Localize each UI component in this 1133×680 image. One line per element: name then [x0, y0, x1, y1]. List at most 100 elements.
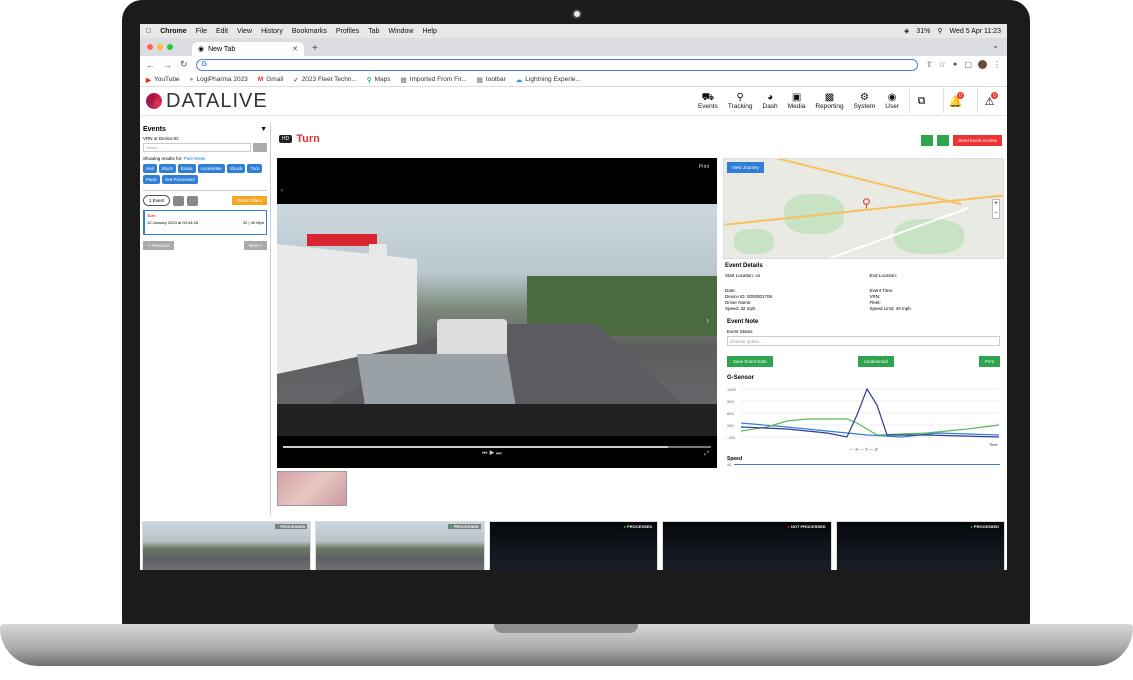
back-icon[interactable]: ←	[146, 60, 155, 70]
wifi-icon[interactable]: ◈	[904, 27, 909, 35]
nav-tracking[interactable]: ⚲ Tracking	[728, 92, 753, 110]
chip-not-processed[interactable]: Not Processed	[162, 175, 198, 184]
gsensor-panel: G-Sensor 1200 900 600 250 -250 Time — X …	[723, 375, 1004, 467]
video-player[interactable]: Print › ‹ ⏮ ▶ ⏭ ⤢	[277, 158, 717, 468]
event-thumbnail[interactable]: ● PROCESSED	[315, 521, 485, 570]
view-journey-button[interactable]: View Journey	[727, 162, 764, 173]
nav-label: User	[885, 103, 899, 110]
prev-frame-icon[interactable]: ‹	[281, 188, 283, 194]
chip-brake[interactable]: Brake	[177, 164, 196, 173]
menu-file[interactable]: File	[196, 28, 207, 35]
chip-hail[interactable]: Hail	[143, 164, 157, 173]
vrn-select[interactable]: Select...	[143, 143, 251, 152]
event-thumbnail[interactable]: ● PROCESSED	[835, 521, 1006, 570]
event-thumbnail[interactable]: ● NOT PROCESSED	[662, 521, 832, 570]
event-thumbnail[interactable]: ● PROCESSED	[488, 521, 659, 570]
reset-filters-button[interactable]: Reset Filters	[231, 196, 267, 205]
event-list-item[interactable]: Turn 12 January 2023 at 00:44:28 32 | 40 …	[143, 210, 267, 235]
new-tab-button[interactable]: +	[312, 43, 318, 54]
kebab-menu-icon[interactable]: ⋮	[993, 60, 1001, 69]
event-map[interactable]: View Journey ⚲ + −	[723, 158, 1004, 259]
menu-view[interactable]: View	[237, 28, 252, 35]
forward-icon[interactable]: →	[163, 60, 172, 70]
notifications-button[interactable]: 🔔 0	[943, 89, 967, 113]
video-progress[interactable]	[283, 446, 711, 448]
chip-shock[interactable]: Shock	[226, 164, 246, 173]
chip-accelerate[interactable]: Accelerate	[197, 164, 225, 173]
share-icon[interactable]: ⇧	[926, 60, 933, 69]
print-button[interactable]: Print	[978, 356, 1000, 367]
send-event-access-button[interactable]: Send Event Access	[953, 135, 1002, 146]
bookmark-fleet[interactable]: ✓ 2023 Fleet Techn...	[293, 76, 357, 84]
event-details-title: Event Details	[725, 263, 763, 269]
refresh-button[interactable]	[921, 135, 934, 146]
bookmark-gmail[interactable]: M Gmail	[258, 76, 283, 83]
chip-block[interactable]: Block	[158, 164, 176, 173]
alerts-button[interactable]: ⚠ 0	[977, 89, 1001, 113]
omnibox[interactable]: G	[195, 58, 918, 71]
menu-history[interactable]: History	[261, 28, 283, 35]
star-icon[interactable]: ☆	[939, 60, 946, 69]
battery-level[interactable]: 31%	[916, 28, 930, 35]
menu-bookmarks[interactable]: Bookmarks	[292, 28, 327, 35]
map-zoom-control[interactable]: + −	[992, 199, 1000, 219]
nav-media[interactable]: ▣ Media	[788, 92, 806, 110]
bookmark-logipharma[interactable]: ● LogiPharma 2023	[190, 76, 248, 83]
datalive-logo[interactable]: DATALIVE	[146, 90, 268, 113]
nav-dash[interactable]: ◕ Dash	[763, 92, 778, 110]
minimize-window-button[interactable]	[157, 44, 163, 50]
search-icon[interactable]: ⚲	[937, 27, 942, 35]
nav-user[interactable]: ◉ User	[885, 92, 899, 110]
nav-reporting[interactable]: ▩ Reporting	[815, 92, 843, 110]
clock[interactable]: Wed 5 Apr 11:23	[950, 28, 1002, 35]
refresh-icon[interactable]	[187, 195, 199, 206]
close-tab-icon[interactable]: ✕	[292, 45, 298, 53]
laptop-notch	[494, 624, 638, 633]
unobserved-button[interactable]: Unobserved	[857, 356, 894, 367]
sidebar-icon[interactable]: ▢	[964, 60, 972, 69]
filter-icon[interactable]: ▼	[260, 126, 267, 133]
bookmark-lightning[interactable]: ☁ Lightning Experie...	[516, 76, 581, 84]
extensions-icon[interactable]: ✦	[952, 60, 959, 69]
maximize-window-button[interactable]	[167, 44, 173, 50]
browser-tab[interactable]: ◉ New Tab ✕	[192, 42, 304, 56]
vrn-search-button[interactable]	[253, 143, 267, 152]
chip-panic[interactable]: Panic	[143, 175, 161, 184]
bookmark-toolbar[interactable]: ▤ toolbar	[477, 76, 506, 84]
bookmark-maps[interactable]: ⚲ Maps	[367, 76, 391, 84]
next-button[interactable]: Next >	[243, 241, 267, 250]
play-controls-icon[interactable]: ⏮ ▶ ⏭	[482, 451, 502, 458]
nav-system[interactable]: ⚙ System	[854, 92, 876, 110]
thumb-status: NOT PROCESSED	[790, 524, 826, 529]
chevron-down-icon[interactable]: ⌄	[992, 41, 999, 50]
menu-tab[interactable]: Tab	[368, 28, 379, 35]
nav-events[interactable]: ⛟ Events	[698, 92, 718, 110]
bookmark-imported[interactable]: ▤ Imported From Fir...	[401, 76, 467, 84]
sidebar-title: Events	[143, 126, 166, 133]
previous-button[interactable]: < Previous	[143, 241, 175, 250]
menu-edit[interactable]: Edit	[216, 28, 228, 35]
app-name[interactable]: Chrome	[160, 28, 186, 35]
profile-avatar[interactable]	[978, 60, 987, 69]
download-button[interactable]	[937, 135, 950, 146]
menu-help[interactable]: Help	[422, 28, 436, 35]
reload-icon[interactable]: ↻	[180, 59, 188, 70]
menu-window[interactable]: Window	[389, 28, 414, 35]
close-window-button[interactable]	[147, 44, 153, 50]
windows-button[interactable]: ⧉	[909, 89, 933, 113]
period-dropdown[interactable]: Past Week	[184, 156, 206, 161]
bookmark-youtube[interactable]: ▶ YouTube	[146, 76, 180, 84]
video-thumbnail[interactable]	[277, 471, 347, 506]
save-note-button[interactable]: Save Event Note	[727, 356, 773, 367]
next-frame-icon[interactable]: ›	[706, 315, 709, 325]
apple-icon[interactable]: 	[146, 28, 151, 35]
video-print-label[interactable]: Print	[699, 164, 709, 170]
map-pin-icon[interactable]: ⚲	[862, 196, 871, 210]
menubar-status: ◈ 31% ⚲ Wed 5 Apr 11:23	[904, 27, 1002, 36]
fullscreen-icon[interactable]: ⤢	[704, 451, 709, 458]
menu-profiles[interactable]: Profiles	[336, 28, 359, 35]
export-icon[interactable]	[173, 195, 185, 206]
chip-turn[interactable]: Turn	[247, 164, 263, 173]
status-select[interactable]: Choose option...	[727, 336, 1000, 346]
event-thumbnail[interactable]: ● PROCESSED	[142, 521, 312, 570]
